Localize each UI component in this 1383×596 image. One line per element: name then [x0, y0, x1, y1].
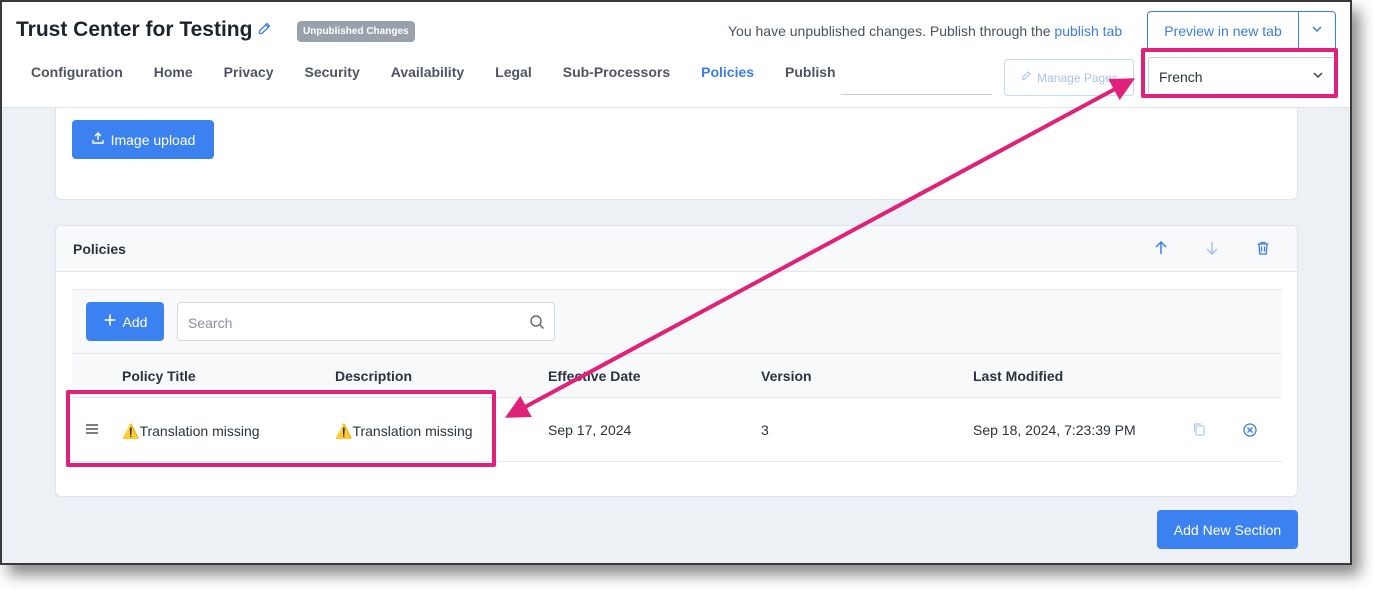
- column-version[interactable]: Version: [761, 368, 812, 384]
- add-policy-button[interactable]: Add: [86, 302, 164, 341]
- manage-pages-button[interactable]: Manage Pages: [1004, 59, 1134, 96]
- tab-sub-processors[interactable]: Sub-Processors: [563, 64, 670, 80]
- preview-in-new-tab-button[interactable]: Preview in new tab: [1148, 12, 1299, 50]
- trash-icon[interactable]: [1255, 240, 1273, 258]
- pencil-icon: [1020, 70, 1032, 85]
- policies-section-header: Policies: [56, 226, 1297, 272]
- tab-configuration[interactable]: Configuration: [31, 64, 123, 80]
- image-upload-button[interactable]: Image upload: [72, 120, 214, 159]
- tab-availability[interactable]: Availability: [391, 64, 464, 80]
- arrow-up-icon[interactable]: [1153, 240, 1171, 258]
- notice-text: You have unpublished changes. Publish th…: [728, 23, 1051, 39]
- add-label: Add: [122, 313, 148, 330]
- column-description[interactable]: Description: [335, 368, 412, 384]
- table-toolbar: Add Search: [72, 290, 1282, 354]
- chevron-down-icon: [1310, 22, 1324, 41]
- add-new-section-button[interactable]: Add New Section: [1157, 510, 1298, 549]
- section-title: Policies: [73, 241, 126, 257]
- tab-policies[interactable]: Policies: [701, 64, 754, 80]
- remove-icon[interactable]: [1242, 422, 1258, 438]
- last-modified-cell: Sep 18, 2024, 7:23:39 PM: [973, 422, 1136, 438]
- plus-icon: [103, 313, 117, 330]
- manage-pages-label: Manage Pages: [1037, 70, 1118, 85]
- upload-icon: [91, 131, 105, 148]
- column-policy-title[interactable]: Policy Title: [122, 368, 196, 384]
- search-input[interactable]: Search: [177, 302, 555, 341]
- status-badge: Unpublished Changes: [297, 21, 415, 42]
- language-select-highlight: [1141, 48, 1338, 98]
- page-title: Trust Center for Testing: [16, 18, 253, 41]
- effective-date-cell: Sep 17, 2024: [548, 422, 632, 438]
- tab-security[interactable]: Security: [305, 64, 360, 80]
- preview-button-group: Preview in new tab: [1147, 11, 1336, 51]
- tab-publish[interactable]: Publish: [785, 64, 836, 80]
- preview-dropdown-toggle[interactable]: [1299, 12, 1335, 50]
- column-effective-date[interactable]: Effective Date: [548, 368, 641, 384]
- nav-tabs: Configuration Home Privacy Security Avai…: [31, 64, 867, 80]
- arrow-down-icon[interactable]: [1204, 240, 1222, 258]
- pencil-icon[interactable]: [256, 21, 274, 39]
- version-cell: 3: [761, 422, 769, 438]
- tab-legal[interactable]: Legal: [495, 64, 532, 80]
- column-last-modified[interactable]: Last Modified: [973, 368, 1063, 384]
- publish-tab-link[interactable]: publish tab: [1054, 23, 1122, 39]
- translation-missing-highlight: [66, 390, 496, 467]
- image-upload-card: Image upload: [55, 108, 1298, 200]
- tab-privacy[interactable]: Privacy: [224, 64, 274, 80]
- search-placeholder: Search: [188, 315, 233, 331]
- unpublished-notice: You have unpublished changes. Publish th…: [728, 23, 1122, 39]
- search-icon: [529, 314, 545, 330]
- tab-divider: [841, 94, 992, 95]
- image-upload-label: Image upload: [110, 131, 196, 148]
- tab-home[interactable]: Home: [154, 64, 193, 80]
- copy-icon[interactable]: [1192, 422, 1208, 438]
